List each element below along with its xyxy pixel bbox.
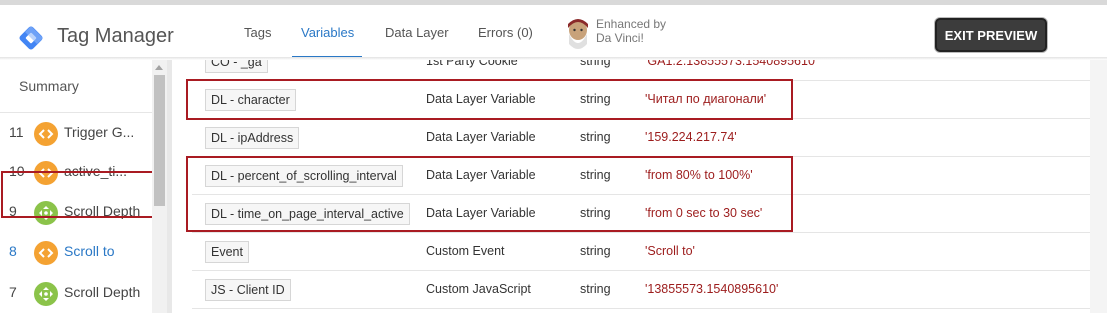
variable-name: CO - _ga xyxy=(205,60,268,73)
tag-manager-logo-icon xyxy=(19,26,43,50)
code-brackets-icon xyxy=(34,161,58,185)
sidebar-item-scroll-depth-9[interactable]: 9 Scroll Depth xyxy=(0,193,152,233)
brand-title: Tag Manager xyxy=(57,25,174,47)
variable-name: Event xyxy=(205,241,249,263)
return-type: string xyxy=(580,168,611,182)
event-label: Scroll Depth xyxy=(64,203,141,219)
variable-type: Data Layer Variable xyxy=(426,206,536,220)
table-row: DL - ipAddress Data Layer Variable strin… xyxy=(192,119,1090,157)
sidebar-divider xyxy=(0,112,152,113)
variable-name: DL - ipAddress xyxy=(205,127,300,149)
variable-type: Custom Event xyxy=(426,244,505,258)
tab-errors[interactable]: Errors (0) xyxy=(478,25,533,40)
return-type: string xyxy=(580,206,611,220)
sidebar: Summary 11 Trigger G... 10 active_ti... … xyxy=(0,60,152,313)
sidebar-scrollbar-thumb[interactable] xyxy=(154,75,165,206)
exit-preview-button[interactable]: EXIT PREVIEW xyxy=(935,18,1047,52)
tab-data-layer[interactable]: Data Layer xyxy=(385,25,449,40)
variable-type: Data Layer Variable xyxy=(426,130,536,144)
table-row: Event Custom Event string 'Scroll to' xyxy=(192,233,1090,271)
enhanced-line-2: Da Vinci! xyxy=(596,31,644,45)
event-label: Trigger G... xyxy=(64,124,135,140)
return-type: string xyxy=(580,282,611,296)
variable-name: DL - character xyxy=(205,89,296,111)
table-row: JS - Client ID Custom JavaScript string … xyxy=(192,271,1090,309)
sidebar-summary[interactable]: Summary xyxy=(19,78,79,94)
return-type: string xyxy=(580,92,611,106)
sidebar-scrollbar[interactable] xyxy=(152,60,167,313)
enhanced-line-1: Enhanced by xyxy=(596,17,667,31)
return-type: string xyxy=(580,244,611,258)
return-type: string xyxy=(580,60,611,68)
event-number: 11 xyxy=(9,124,24,140)
variable-value: '159.224.217.74' xyxy=(645,130,737,144)
variable-name: DL - time_on_page_interval_active xyxy=(205,203,410,225)
table-row: DL - percent_of_scrolling_interval Data … xyxy=(192,157,1090,195)
variable-type: 1st Party Cookie xyxy=(426,60,518,68)
event-number: 10 xyxy=(9,163,25,179)
da-vinci-avatar-icon xyxy=(568,19,588,49)
variable-name: DL - percent_of_scrolling_interval xyxy=(205,165,403,187)
scroll-arrows-icon xyxy=(34,282,58,306)
sidebar-item-trigger-group[interactable]: 11 Trigger G... xyxy=(0,114,152,154)
table-row: DL - time_on_page_interval_active Data L… xyxy=(192,195,1090,233)
main-scrollbar[interactable] xyxy=(1090,60,1107,313)
event-label: active_ti... xyxy=(64,163,128,179)
variable-name: JS - Client ID xyxy=(205,279,291,301)
variables-table: CO - _ga 1st Party Cookie string 'GA1.2.… xyxy=(172,60,1090,313)
variable-value: '13855573.1540895610' xyxy=(645,282,779,296)
event-number: 9 xyxy=(9,203,17,219)
event-number: 7 xyxy=(9,284,17,300)
scroll-arrows-icon xyxy=(34,201,58,225)
variable-value: 'from 0 sec to 30 sec' xyxy=(645,206,763,220)
tab-tags[interactable]: Tags xyxy=(244,25,271,40)
variable-value: 'Scroll to' xyxy=(645,244,695,258)
tab-variables[interactable]: Variables xyxy=(301,25,354,40)
code-brackets-icon xyxy=(34,122,58,146)
sidebar-item-scroll-to[interactable]: 8 Scroll to xyxy=(0,233,152,273)
variable-type: Custom JavaScript xyxy=(426,282,531,296)
variable-value: 'from 80% to 100%' xyxy=(645,168,753,182)
sidebar-item-scroll-depth-7[interactable]: 7 Scroll Depth xyxy=(0,274,152,313)
code-brackets-icon xyxy=(34,241,58,265)
event-label: Scroll Depth xyxy=(64,284,141,300)
header: Tag Manager Tags Variables Data Layer Er… xyxy=(0,5,1107,59)
sidebar-item-active-time[interactable]: 10 active_ti... xyxy=(0,153,152,193)
scroll-up-arrow-icon[interactable] xyxy=(155,65,163,70)
variable-type: Data Layer Variable xyxy=(426,92,536,106)
table-row: CO - _ga 1st Party Cookie string 'GA1.2.… xyxy=(192,60,1090,81)
variable-type: Data Layer Variable xyxy=(426,168,536,182)
enhanced-by-label: Enhanced by Da Vinci! xyxy=(596,17,666,45)
return-type: string xyxy=(580,130,611,144)
variable-value: 'GA1.2.13855573.1540895610' xyxy=(645,60,818,68)
event-label: Scroll to xyxy=(64,243,115,259)
table-row: DL - character Data Layer Variable strin… xyxy=(192,81,1090,119)
variable-value: 'Читал по диагонали' xyxy=(645,92,767,106)
event-number: 8 xyxy=(9,243,17,259)
